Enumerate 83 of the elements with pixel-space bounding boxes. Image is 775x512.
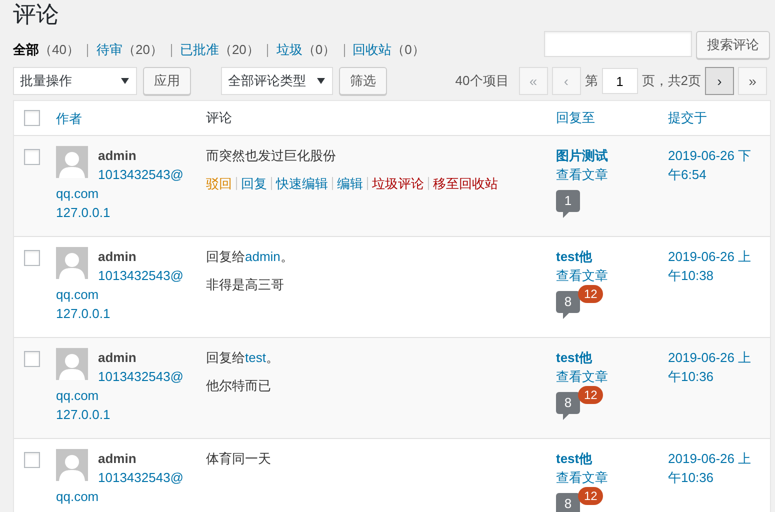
- filter-button[interactable]: 筛选: [339, 67, 387, 95]
- comment-type-select[interactable]: 全部评论类型: [221, 67, 333, 95]
- post-title-link[interactable]: 图片测试: [556, 146, 668, 165]
- approved-comments-bubble[interactable]: 8: [556, 493, 580, 512]
- filter-count: （0）: [302, 41, 336, 59]
- page-title: 评论: [13, 0, 60, 29]
- avatar-icon: [56, 146, 88, 178]
- author-email-link[interactable]: qq.com: [56, 285, 206, 304]
- author-email-link[interactable]: 1013432543@: [98, 369, 184, 384]
- reply-to-text: 回复给admin。: [206, 248, 294, 266]
- apply-button[interactable]: 应用: [143, 67, 191, 95]
- filter-link[interactable]: 回收站: [352, 41, 392, 59]
- comment-text: 他尔特而已: [206, 377, 272, 395]
- filter-link[interactable]: 垃圾: [276, 41, 302, 59]
- search-field[interactable]: [544, 31, 692, 57]
- filter-count: （20）: [122, 41, 163, 59]
- row-action-link[interactable]: 垃圾评论: [372, 174, 424, 193]
- reply-to-link[interactable]: test: [245, 350, 266, 365]
- author-ip-link[interactable]: 127.0.0.1: [56, 405, 206, 424]
- avatar-icon: [56, 449, 88, 481]
- row-action-link[interactable]: 驳回: [206, 174, 232, 193]
- row-checkbox[interactable]: [24, 149, 40, 166]
- post-title-link[interactable]: test他: [556, 247, 668, 266]
- search-button[interactable]: 搜索评论: [696, 31, 770, 59]
- column-header: 评论: [206, 110, 232, 125]
- column-header[interactable]: 提交于: [668, 110, 707, 125]
- column-header[interactable]: 作者: [56, 110, 82, 126]
- next-page-button[interactable]: ›: [705, 67, 734, 95]
- reply-to-text: 回复给test。: [206, 349, 280, 367]
- bulk-actions-select[interactable]: 批量操作: [13, 67, 137, 95]
- row-action-link[interactable]: 回复: [241, 174, 267, 193]
- reply-to-link[interactable]: admin: [245, 249, 280, 264]
- column-header[interactable]: 回复至: [556, 110, 595, 125]
- author-email-link[interactable]: qq.com: [56, 386, 206, 405]
- row-action-link[interactable]: 移至回收站: [433, 174, 498, 193]
- submitted-date-link[interactable]: 2019-06-26 上午10:38: [668, 247, 763, 285]
- author-ip-link[interactable]: 127.0.0.1: [56, 203, 206, 222]
- author-email-link[interactable]: qq.com: [56, 487, 206, 506]
- caret-down-icon: [317, 78, 325, 84]
- row-checkbox[interactable]: [24, 351, 40, 368]
- author-email-link[interactable]: 1013432543@: [98, 167, 184, 182]
- view-post-link[interactable]: 查看文章: [556, 367, 668, 386]
- post-title-link[interactable]: test他: [556, 348, 668, 367]
- author-name: admin: [98, 249, 136, 264]
- view-post-link[interactable]: 查看文章: [556, 468, 668, 487]
- comment-text: 体育同一天: [206, 450, 272, 468]
- filter-count: （40）: [39, 41, 80, 59]
- submitted-date-link[interactable]: 2019-06-26 下午6:54: [668, 146, 763, 184]
- item-count: 40个项目: [455, 72, 509, 90]
- filter-link[interactable]: 待审: [96, 41, 122, 59]
- filter-link[interactable]: 全部: [13, 41, 39, 59]
- page-total-label: 页，共2页: [642, 72, 701, 90]
- last-page-button[interactable]: »: [738, 67, 767, 95]
- comment-text: 非得是高三哥: [206, 276, 285, 294]
- pending-comments-badge[interactable]: 12: [578, 386, 604, 404]
- submitted-date-link[interactable]: 2019-06-26 上午10:36: [668, 348, 763, 386]
- pending-comments-badge[interactable]: 12: [578, 487, 604, 505]
- author-name: admin: [98, 451, 136, 466]
- filter-count: （0）: [392, 41, 425, 59]
- author-name: admin: [98, 148, 136, 163]
- author-ip-link[interactable]: 127.0.0.1: [56, 304, 206, 323]
- page-number-field[interactable]: 1: [602, 68, 638, 94]
- author-email-link[interactable]: qq.com: [56, 184, 206, 203]
- post-title-link[interactable]: test他: [556, 449, 668, 468]
- page-label: 第: [584, 72, 598, 90]
- author-name: admin: [98, 350, 136, 365]
- author-email-link[interactable]: 1013432543@: [98, 470, 184, 485]
- comment-text: 而突然也发过巨化股份: [206, 147, 337, 165]
- row-checkbox[interactable]: [24, 452, 40, 468]
- avatar-icon: [56, 348, 88, 380]
- filter-count: （20）: [218, 41, 260, 59]
- author-email-link[interactable]: 1013432543@: [98, 268, 184, 283]
- row-action-link[interactable]: 编辑: [337, 174, 363, 193]
- caret-down-icon: [121, 78, 129, 84]
- select-all-checkbox[interactable]: [24, 110, 40, 126]
- row-checkbox[interactable]: [24, 250, 40, 266]
- row-action-link[interactable]: 快速编辑: [276, 174, 328, 193]
- pending-comments-badge[interactable]: 12: [578, 285, 604, 303]
- avatar-icon: [56, 247, 88, 279]
- submitted-date-link[interactable]: 2019-06-26 上午10:36: [668, 449, 763, 487]
- filter-link[interactable]: 已批准: [180, 41, 219, 59]
- view-post-link[interactable]: 查看文章: [556, 165, 668, 184]
- view-post-link[interactable]: 查看文章: [556, 266, 668, 285]
